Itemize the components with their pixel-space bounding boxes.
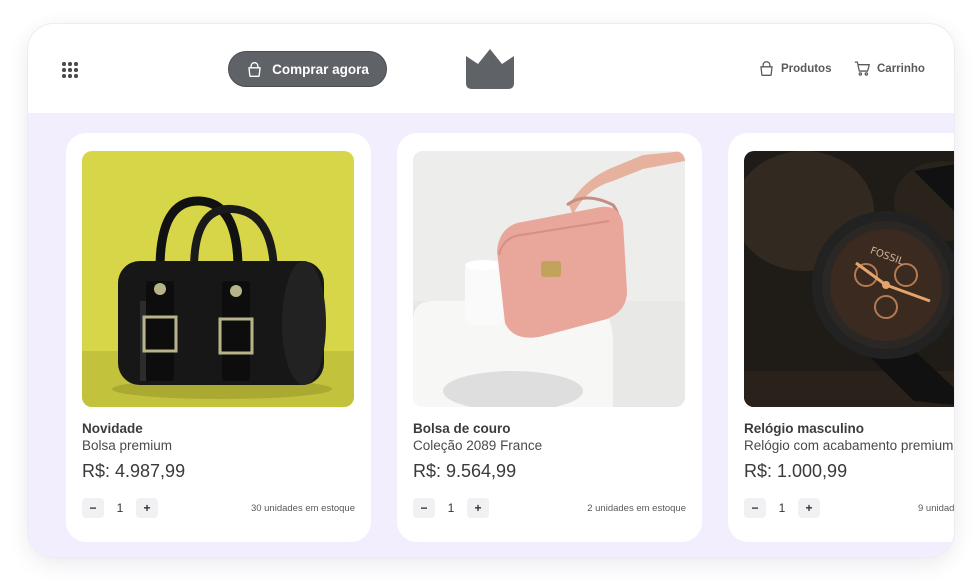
stock-count: 30 unidades em estoque	[250, 503, 355, 514]
nav-produtos-label: Produtos	[781, 62, 832, 75]
nav-produtos-link[interactable]: Produtos	[758, 60, 831, 77]
product-price: R$: 1.000,99	[744, 461, 848, 481]
product-carousel: Novidade Bolsa premium R$: 4.987,99 − 1 …	[28, 113, 954, 557]
stock-count: 9 unidades em estoque	[918, 503, 954, 514]
product-image-pink-bag[interactable]	[413, 151, 685, 407]
nav-carrinho-link[interactable]: Carrinho	[854, 60, 925, 77]
product-subtitle: Bolsa premium	[82, 438, 173, 453]
product-subtitle: Coleção 2089 France	[413, 438, 543, 453]
decrement-button[interactable]: −	[413, 498, 435, 518]
buy-now-button[interactable]: Comprar agora	[228, 51, 387, 87]
nav-carrinho-label: Carrinho	[877, 62, 925, 75]
app-window: Comprar agora Produtos Carrinho Novidade…	[28, 24, 954, 557]
top-navigation-bar: Comprar agora Produtos Carrinho	[28, 24, 954, 113]
increment-button[interactable]: +	[798, 498, 820, 518]
product-card[interactable]: FOSSIL Relógio masculino Relógio com aca…	[728, 133, 954, 542]
decrement-button[interactable]: −	[82, 498, 104, 518]
product-tag: Novidade	[82, 421, 143, 436]
grid-menu-icon[interactable]	[62, 62, 78, 78]
product-image-black-handbag[interactable]	[82, 151, 354, 407]
product-card[interactable]: Novidade Bolsa premium R$: 4.987,99 − 1 …	[66, 133, 371, 542]
quantity-value[interactable]: 1	[435, 501, 467, 515]
shopping-bag-icon	[760, 61, 773, 76]
product-price: R$: 4.987,99	[82, 461, 186, 481]
product-tag: Bolsa de couro	[413, 421, 511, 436]
cart-icon	[854, 61, 870, 76]
product-image-watch[interactable]: FOSSIL	[744, 151, 954, 407]
increment-button[interactable]: +	[136, 498, 158, 518]
decrement-button[interactable]: −	[744, 498, 766, 518]
quantity-stepper: − 1 +	[413, 498, 489, 518]
increment-button[interactable]: +	[467, 498, 489, 518]
stock-count: 2 unidades em estoque	[587, 503, 686, 514]
quantity-value[interactable]: 1	[104, 501, 136, 515]
quantity-value[interactable]: 1	[766, 501, 798, 515]
quantity-stepper: − 1 +	[744, 498, 820, 518]
quantity-stepper: − 1 +	[82, 498, 158, 518]
crown-logo-icon[interactable]	[464, 48, 516, 90]
product-price: R$: 9.564,99	[413, 461, 517, 481]
shopping-bag-icon	[248, 61, 261, 77]
buy-now-label: Comprar agora	[272, 61, 369, 77]
product-subtitle: Relógio com acabamento premium	[744, 438, 954, 453]
product-card[interactable]: Bolsa de couro Coleção 2089 France R$: 9…	[397, 133, 702, 542]
product-tag: Relógio masculino	[744, 421, 865, 436]
